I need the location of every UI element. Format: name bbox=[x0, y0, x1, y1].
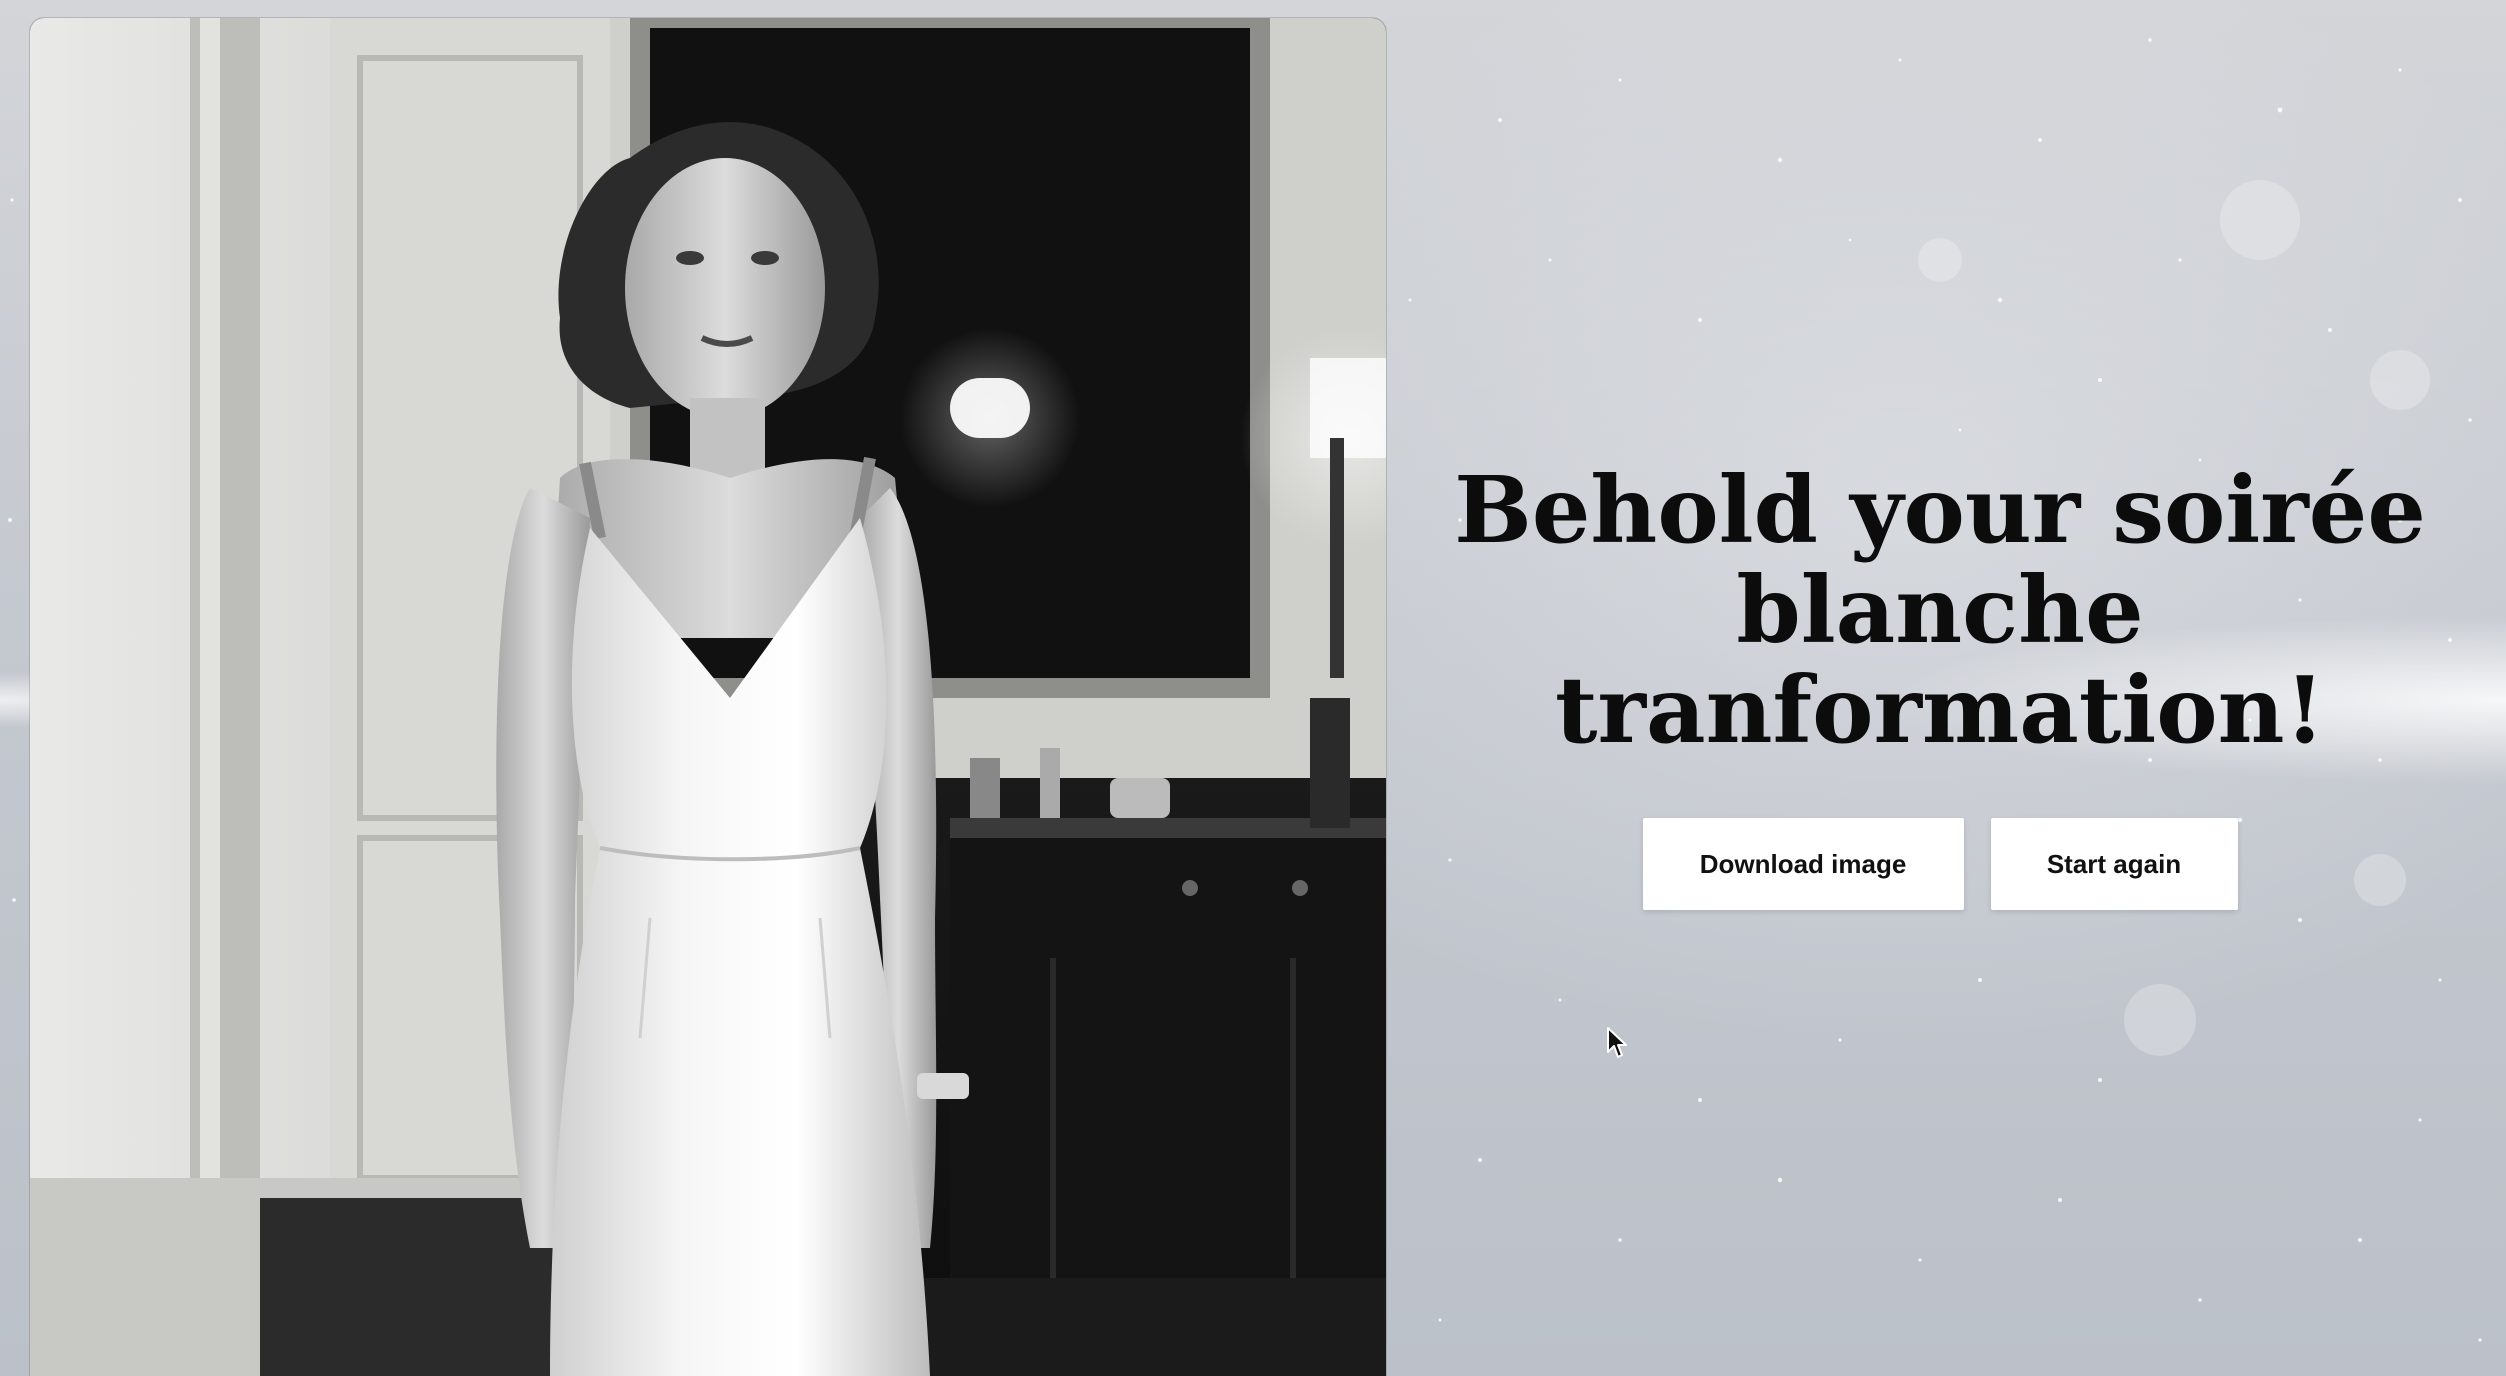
portrait-illustration bbox=[30, 18, 1386, 1376]
title-line-1: Behold your soirée bbox=[1454, 456, 2426, 564]
download-image-button[interactable]: Download image bbox=[1642, 818, 1964, 910]
page-title: Behold your soirée blanche tranformation… bbox=[1400, 460, 2480, 760]
title-line-3: tranformation! bbox=[1555, 656, 2325, 764]
mouse-cursor-icon bbox=[1607, 1027, 1627, 1058]
action-buttons: Download image Start again bbox=[1400, 818, 2480, 910]
page: Behold your soirée blanche tranformation… bbox=[0, 0, 2506, 1376]
start-again-button[interactable]: Start again bbox=[1990, 818, 2238, 910]
generated-portrait-image bbox=[30, 18, 1386, 1376]
title-line-2: blanche bbox=[1736, 556, 2144, 664]
result-panel: Behold your soirée blanche tranformation… bbox=[1400, 460, 2480, 910]
